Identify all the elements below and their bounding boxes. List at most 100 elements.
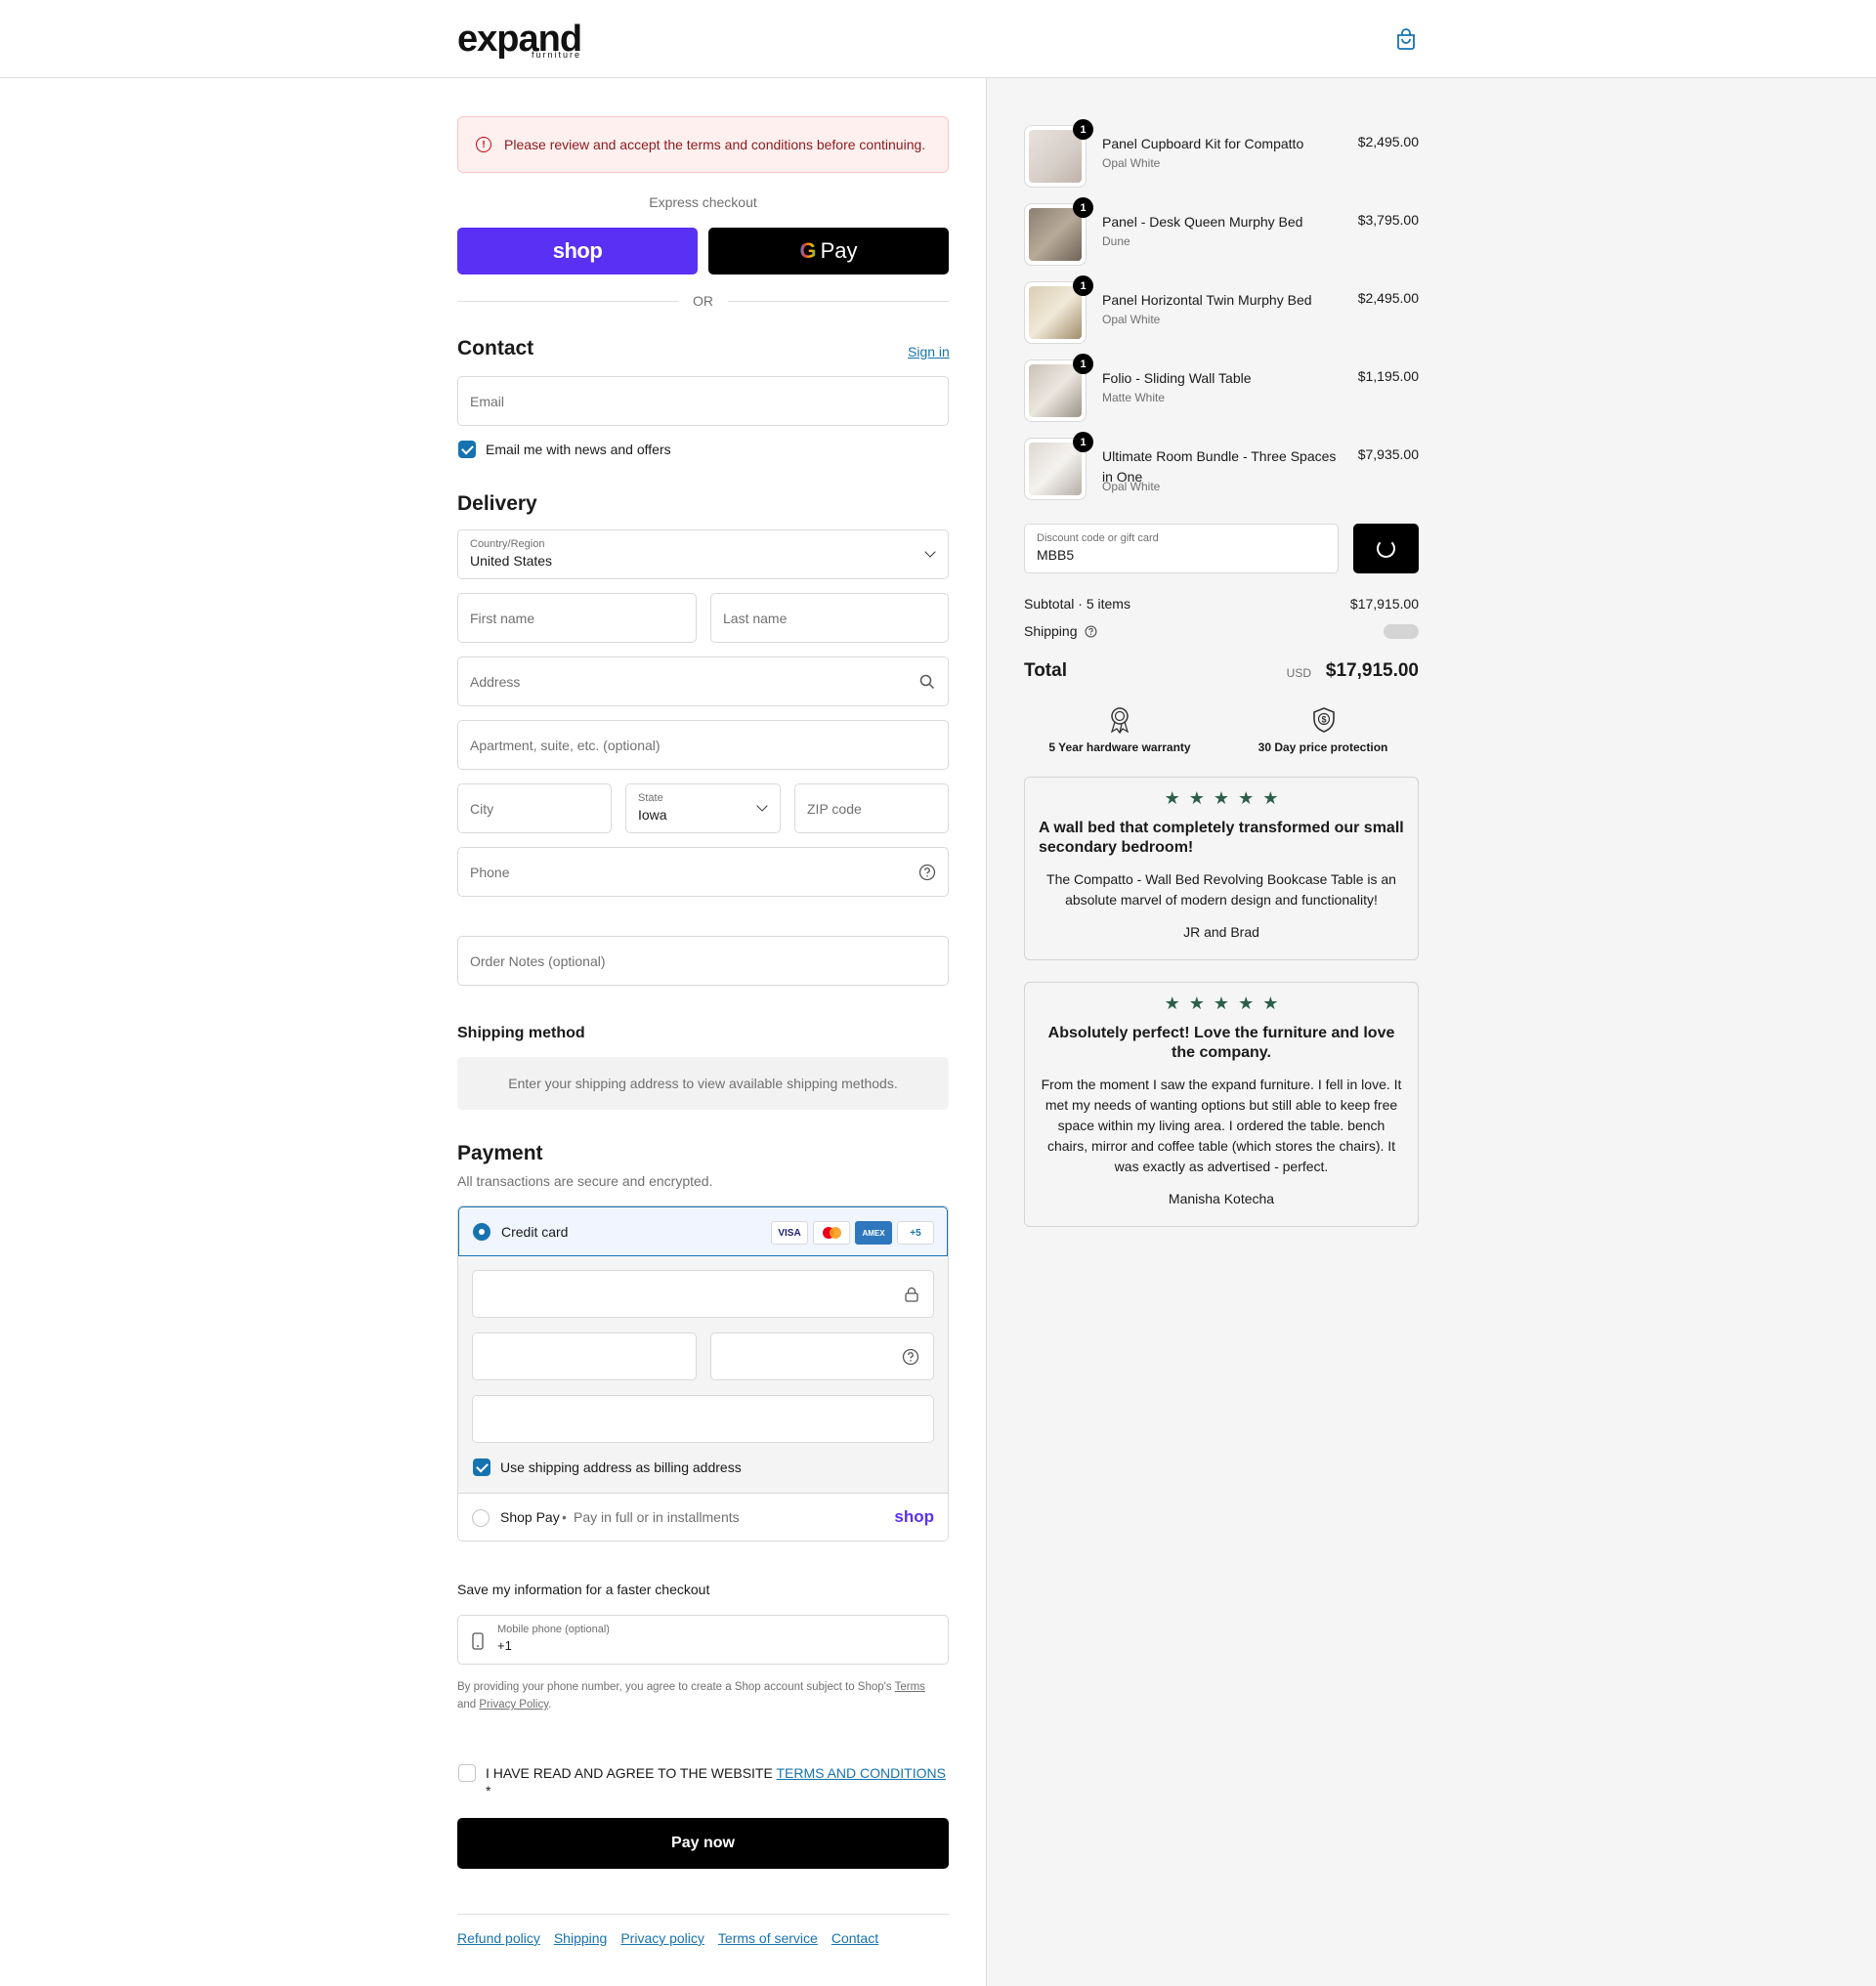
help-circle-icon[interactable] [1085, 625, 1097, 638]
header: expand furniture [0, 0, 1876, 78]
product-name: Folio - Sliding Wall Table [1102, 370, 1252, 386]
terms-link[interactable]: TERMS AND CONDITIONS [776, 1765, 945, 1781]
expiration-date-field[interactable] [472, 1332, 697, 1380]
logo-subtext: furniture [532, 50, 582, 60]
last-name-placeholder: Last name [723, 611, 788, 626]
quantity-badge: 1 [1073, 432, 1093, 452]
refund-policy-link[interactable]: Refund policy [457, 1930, 540, 1946]
first-name-field[interactable]: First name [457, 593, 697, 643]
country-select[interactable]: Country/Region United States [457, 529, 949, 579]
first-name-placeholder: First name [470, 611, 535, 626]
billing-address-checkbox[interactable] [473, 1458, 490, 1476]
shop-pay-option[interactable]: Shop Pay • Pay in full or in installment… [458, 1493, 948, 1541]
credit-card-form: Use shipping address as billing address [458, 1256, 948, 1493]
apartment-field[interactable]: Apartment, suite, etc. (optional) [457, 720, 949, 770]
review-body: From the moment I saw the expand furnitu… [1041, 1077, 1402, 1174]
google-g-icon: G [799, 238, 817, 263]
apply-discount-button[interactable] [1353, 524, 1419, 573]
star-icon: ★ [1188, 788, 1205, 808]
lock-icon [905, 1287, 918, 1302]
google-pay-button[interactable]: G Pay [708, 228, 949, 275]
shop-disclaimer: By providing your phone number, you agre… [457, 1678, 949, 1713]
discount-label: Discount code or gift card [1037, 532, 1159, 544]
review-title: A wall bed that completely transformed o… [1039, 820, 1404, 856]
address-placeholder: Address [470, 674, 521, 690]
card-number-field[interactable] [472, 1270, 934, 1318]
footer-links: Refund policy Shipping Privacy policy Te… [457, 1930, 878, 1946]
cart-item: 1 Panel Horizontal Twin Murphy Bed Opal … [1024, 275, 1419, 344]
shop-pay-label: shop [552, 238, 603, 263]
shopping-bag-icon[interactable] [1395, 27, 1417, 51]
email-field[interactable]: Email [457, 376, 949, 426]
payment-title: Payment [457, 1142, 543, 1164]
quantity-badge: 1 [1073, 119, 1093, 140]
mobile-phone-field[interactable]: Mobile phone (optional) +1 [457, 1615, 949, 1665]
city-field[interactable]: City [457, 783, 612, 833]
product-name: Panel Horizontal Twin Murphy Bed [1102, 292, 1312, 308]
news-checkbox[interactable] [458, 441, 476, 458]
quantity-badge: 1 [1073, 275, 1093, 296]
price-protection-label: 30 Day price protection [1258, 740, 1388, 754]
terms-prefix: I HAVE READ AND AGREE TO THE WEBSITE [486, 1765, 773, 1781]
address-field[interactable]: Address [457, 656, 949, 706]
sign-in-link[interactable]: Sign in [908, 344, 950, 359]
star-icon: ★ [1164, 788, 1180, 808]
country-value: United States [470, 553, 553, 569]
shop-pay-radio[interactable] [472, 1509, 490, 1527]
discount-code-field[interactable]: Discount code or gift card MBB5 [1024, 524, 1339, 573]
privacy-policy-link[interactable]: Privacy policy [620, 1930, 704, 1946]
credit-card-option[interactable]: Credit card VISA AMEX +5 [458, 1206, 948, 1256]
cart-item: 1 Folio - Sliding Wall Table Matte White… [1024, 354, 1419, 422]
security-code-field[interactable] [710, 1332, 934, 1380]
pay-now-button[interactable]: Pay now [457, 1818, 949, 1869]
name-on-card-field[interactable] [472, 1395, 934, 1443]
credit-card-radio[interactable] [473, 1223, 490, 1241]
help-circle-icon[interactable] [918, 864, 936, 881]
total-value: $17,915.00 [1325, 660, 1419, 681]
terms-checkbox[interactable] [458, 1764, 476, 1782]
shop-privacy-link[interactable]: Privacy Policy [479, 1699, 548, 1711]
shipping-method-title: Shipping method [457, 1025, 585, 1041]
star-icon: ★ [1238, 993, 1255, 1013]
zip-field[interactable]: ZIP code [794, 783, 949, 833]
billing-address-label: Use shipping address as billing address [500, 1459, 742, 1475]
shipping-link[interactable]: Shipping [554, 1930, 608, 1946]
last-name-field[interactable]: Last name [710, 593, 949, 643]
total-currency: USD [1286, 666, 1311, 680]
contact-link[interactable]: Contact [831, 1930, 878, 1946]
cart-item: 1 Ultimate Room Bundle - Three Spaces in… [1024, 432, 1419, 500]
product-name: Panel Cupboard Kit for Compatto [1102, 136, 1304, 151]
review-title: Absolutely perfect! Love the furniture a… [1047, 1025, 1395, 1061]
star-icon: ★ [1188, 993, 1205, 1013]
alert-circle-icon: ! [476, 137, 491, 152]
or-divider: OR [457, 291, 949, 311]
state-label: State [638, 792, 663, 804]
shop-pay-option-label: Shop Pay [500, 1509, 560, 1525]
shop-terms-link[interactable]: Terms [895, 1681, 925, 1693]
shipping-label: Shipping [1024, 623, 1078, 639]
footer-divider [457, 1914, 949, 1915]
mobile-phone-icon [472, 1632, 484, 1650]
disclaimer-period: . [548, 1699, 552, 1711]
terms-of-service-link[interactable]: Terms of service [718, 1930, 818, 1946]
visa-text: VISA [778, 1227, 801, 1239]
review-stars: ★ ★ ★ ★ ★ [1025, 789, 1418, 807]
state-value: Iowa [638, 807, 667, 823]
total-row: Total $17,915.00 USD [1024, 660, 1419, 682]
payment-subtitle: All transactions are secure and encrypte… [457, 1173, 713, 1189]
phone-field[interactable]: Phone [457, 847, 949, 897]
alert-text: Please review and accept the terms and c… [504, 137, 926, 152]
warranty-label: 5 Year hardware warranty [1048, 740, 1191, 754]
subtotal-row: Subtotal · 5 items $17,915.00 [1024, 596, 1419, 612]
discount-value: MBB5 [1037, 547, 1075, 563]
shop-pay-button[interactable]: shop [457, 228, 698, 275]
delivery-title: Delivery [457, 492, 537, 515]
disclaimer-text: By providing your phone number, you agre… [457, 1681, 892, 1693]
review-author: Manisha Kotecha [1168, 1191, 1275, 1206]
help-circle-icon[interactable] [902, 1348, 919, 1366]
state-select[interactable]: State Iowa [625, 783, 781, 833]
order-notes-field[interactable]: Order Notes (optional) [457, 936, 949, 986]
expand-logo[interactable]: expand furniture [457, 18, 594, 61]
search-icon [919, 674, 935, 690]
mastercard-icon [813, 1221, 850, 1245]
